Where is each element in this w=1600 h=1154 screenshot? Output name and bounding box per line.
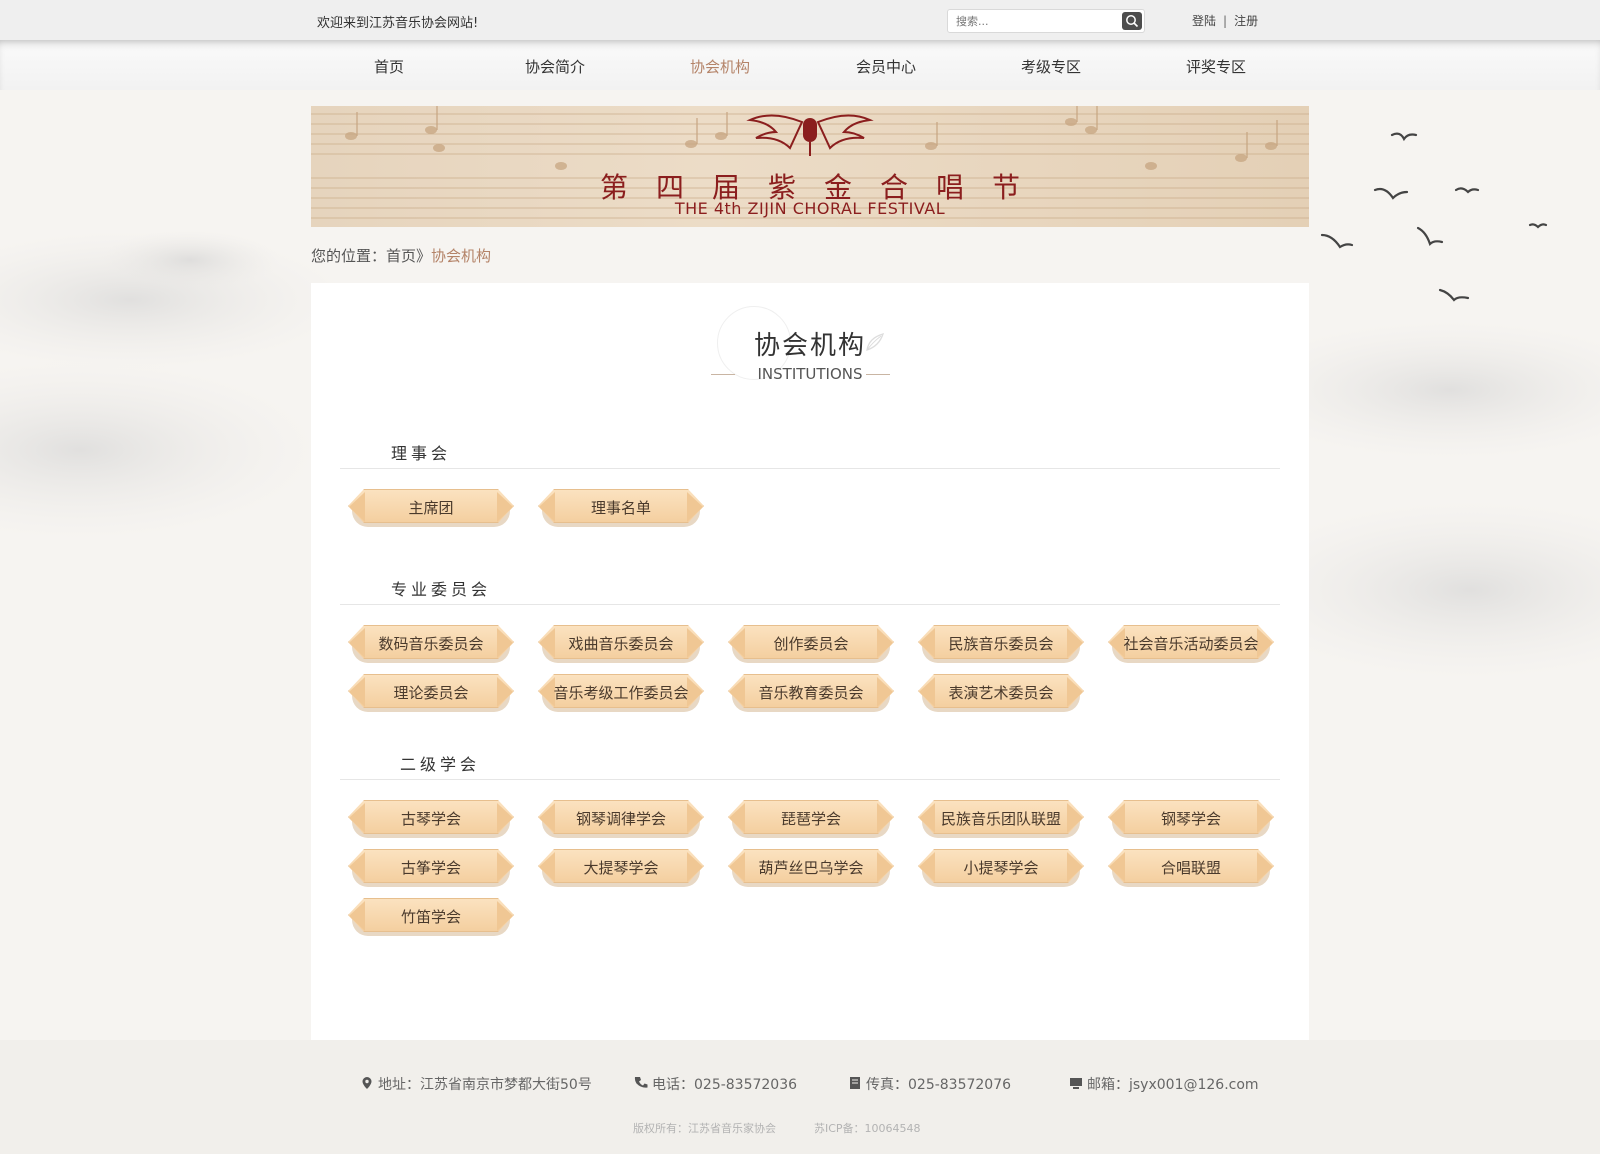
- link-committee[interactable]: 创作委员会: [728, 625, 894, 663]
- link-committee[interactable]: 数码音乐委员会: [348, 625, 514, 663]
- nav-item-home[interactable]: 首页: [329, 56, 449, 77]
- footer-email: 邮箱：jsyx001@126.com: [1070, 1074, 1259, 1094]
- winged-microphone-icon: [746, 114, 874, 156]
- heading-line-right: [866, 374, 890, 375]
- link-label: 民族音乐委员会: [948, 635, 1054, 653]
- link-society[interactable]: 竹笛学会: [348, 898, 514, 936]
- link-committee[interactable]: 民族音乐委员会: [918, 625, 1084, 663]
- link-label: 琵琶学会: [780, 810, 841, 828]
- link-committee[interactable]: 表演艺术委员会: [918, 674, 1084, 712]
- location-pin-icon: [362, 1077, 372, 1089]
- page-title: 协会机构: [753, 331, 866, 361]
- top-bar: 欢迎来到江苏音乐协会网站! 登陆 | 注册: [0, 0, 1600, 40]
- auth-links: 登陆 | 注册: [1192, 12, 1258, 29]
- link-label: 大提琴学会: [583, 859, 659, 877]
- footer-address: 地址：江苏省南京市梦都大街50号: [362, 1074, 592, 1094]
- banner-subtitle: THE 4th ZIJIN CHORAL FESTIVAL: [674, 199, 946, 218]
- search-button[interactable]: [1122, 12, 1142, 30]
- link-society[interactable]: 合唱联盟: [1108, 849, 1274, 887]
- link-label: 小提琴学会: [963, 859, 1039, 877]
- section-divider: [340, 468, 1280, 469]
- link-label: 主席团: [408, 499, 454, 517]
- link-label: 理事名单: [590, 499, 651, 517]
- footer-email-text: 邮箱：jsyx001@126.com: [1087, 1077, 1259, 1093]
- footer: 地址：江苏省南京市梦都大街50号 电话：025-83572036 传真：025-…: [0, 1040, 1600, 1154]
- nav-item-members[interactable]: 会员中心: [826, 56, 946, 77]
- link-label: 数码音乐委员会: [378, 635, 484, 653]
- link-label: 合唱联盟: [1160, 859, 1221, 877]
- link-society[interactable]: 古琴学会: [348, 800, 514, 838]
- auth-separator: |: [1223, 14, 1228, 28]
- section-title-committees: 专业委员会: [391, 580, 492, 599]
- link-society[interactable]: 民族音乐团队联盟: [918, 800, 1084, 838]
- nav-item-exams[interactable]: 考级专区: [991, 56, 1111, 77]
- link-committee[interactable]: 戏曲音乐委员会: [538, 625, 704, 663]
- link-label: 表演艺术委员会: [948, 684, 1054, 702]
- link-society[interactable]: 古筝学会: [348, 849, 514, 887]
- link-committee[interactable]: 音乐考级工作委员会: [538, 674, 704, 712]
- search-icon: [1126, 15, 1139, 28]
- link-label: 社会音乐活动委员会: [1123, 635, 1259, 653]
- section-divider: [340, 604, 1280, 605]
- footer-fax-text: 传真：025-83572076: [866, 1077, 1012, 1093]
- link-society[interactable]: 钢琴学会: [1108, 800, 1274, 838]
- footer-phone-text: 电话：025-83572036: [652, 1077, 798, 1093]
- footer-icp[interactable]: 苏ICP备：10064548: [814, 1120, 921, 1136]
- footer-address-text: 地址：江苏省南京市梦都大街50号: [378, 1077, 592, 1093]
- content-panel: 协会机构 INSTITUTIONS 理事会 主席团 理事名单 专业委员会 数码音…: [311, 283, 1309, 1040]
- link-committee[interactable]: 社会音乐活动委员会: [1108, 625, 1274, 663]
- breadcrumb: 您的位置：首页》协会机构: [311, 245, 491, 266]
- link-label: 古筝学会: [400, 859, 461, 877]
- section-heading: 协会机构 INSTITUTIONS: [311, 303, 1309, 393]
- leaf-icon: [866, 333, 885, 351]
- computer-icon: [1070, 1078, 1082, 1089]
- link-society[interactable]: 小提琴学会: [918, 849, 1084, 887]
- login-link[interactable]: 登陆: [1192, 14, 1216, 28]
- nav-item-institutions[interactable]: 协会机构: [660, 56, 780, 77]
- link-label: 钢琴学会: [1160, 810, 1221, 828]
- link-presidium[interactable]: 主席团: [348, 489, 514, 527]
- main-nav: 首页 协会简介 协会机构 会员中心 考级专区 评奖专区: [0, 40, 1600, 90]
- footer-phone: 电话：025-83572036: [634, 1074, 798, 1094]
- link-society[interactable]: 钢琴调律学会: [538, 800, 704, 838]
- link-label: 理论委员会: [393, 684, 469, 702]
- link-label: 竹笛学会: [400, 908, 461, 926]
- section-divider: [340, 779, 1280, 780]
- phone-icon: [634, 1077, 648, 1088]
- breadcrumb-home[interactable]: 首页: [386, 247, 416, 265]
- section-title-societies: 二级学会: [400, 755, 481, 774]
- footer-copyright: 版权所有：江苏省音乐家协会: [633, 1122, 776, 1135]
- link-label: 音乐考级工作委员会: [553, 684, 689, 702]
- link-label: 戏曲音乐委员会: [568, 635, 674, 653]
- link-committee[interactable]: 理论委员会: [348, 674, 514, 712]
- footer-fax: 传真：025-83572076: [850, 1074, 1012, 1094]
- breadcrumb-arrow: 》: [416, 247, 432, 265]
- breadcrumb-current: 协会机构: [431, 247, 492, 265]
- fax-icon: [850, 1077, 860, 1089]
- welcome-text: 欢迎来到江苏音乐协会网站!: [317, 16, 479, 31]
- link-label: 创作委员会: [773, 635, 849, 653]
- breadcrumb-prefix: 您的位置：: [311, 247, 387, 265]
- link-label: 葫芦丝巴乌学会: [758, 859, 864, 877]
- register-link[interactable]: 注册: [1234, 14, 1258, 28]
- link-label: 古琴学会: [400, 810, 461, 828]
- link-committee[interactable]: 音乐教育委员会: [728, 674, 894, 712]
- link-council-list[interactable]: 理事名单: [538, 489, 704, 527]
- search-input[interactable]: [956, 13, 1116, 29]
- festival-banner[interactable]: 第四届紫金合唱节 THE 4th ZIJIN CHORAL FESTIVAL: [311, 106, 1309, 227]
- link-society[interactable]: 大提琴学会: [538, 849, 704, 887]
- link-society[interactable]: 琵琶学会: [728, 800, 894, 838]
- search-box: [947, 9, 1145, 33]
- link-society[interactable]: 葫芦丝巴乌学会: [728, 849, 894, 887]
- link-label: 民族音乐团队联盟: [940, 810, 1061, 828]
- nav-item-about[interactable]: 协会简介: [495, 56, 615, 77]
- link-label: 音乐教育委员会: [758, 684, 864, 702]
- nav-item-awards[interactable]: 评奖专区: [1156, 56, 1276, 77]
- link-label: 钢琴调律学会: [575, 810, 666, 828]
- section-title-council: 理事会: [391, 444, 452, 463]
- page-subtitle: INSTITUTIONS: [757, 365, 863, 383]
